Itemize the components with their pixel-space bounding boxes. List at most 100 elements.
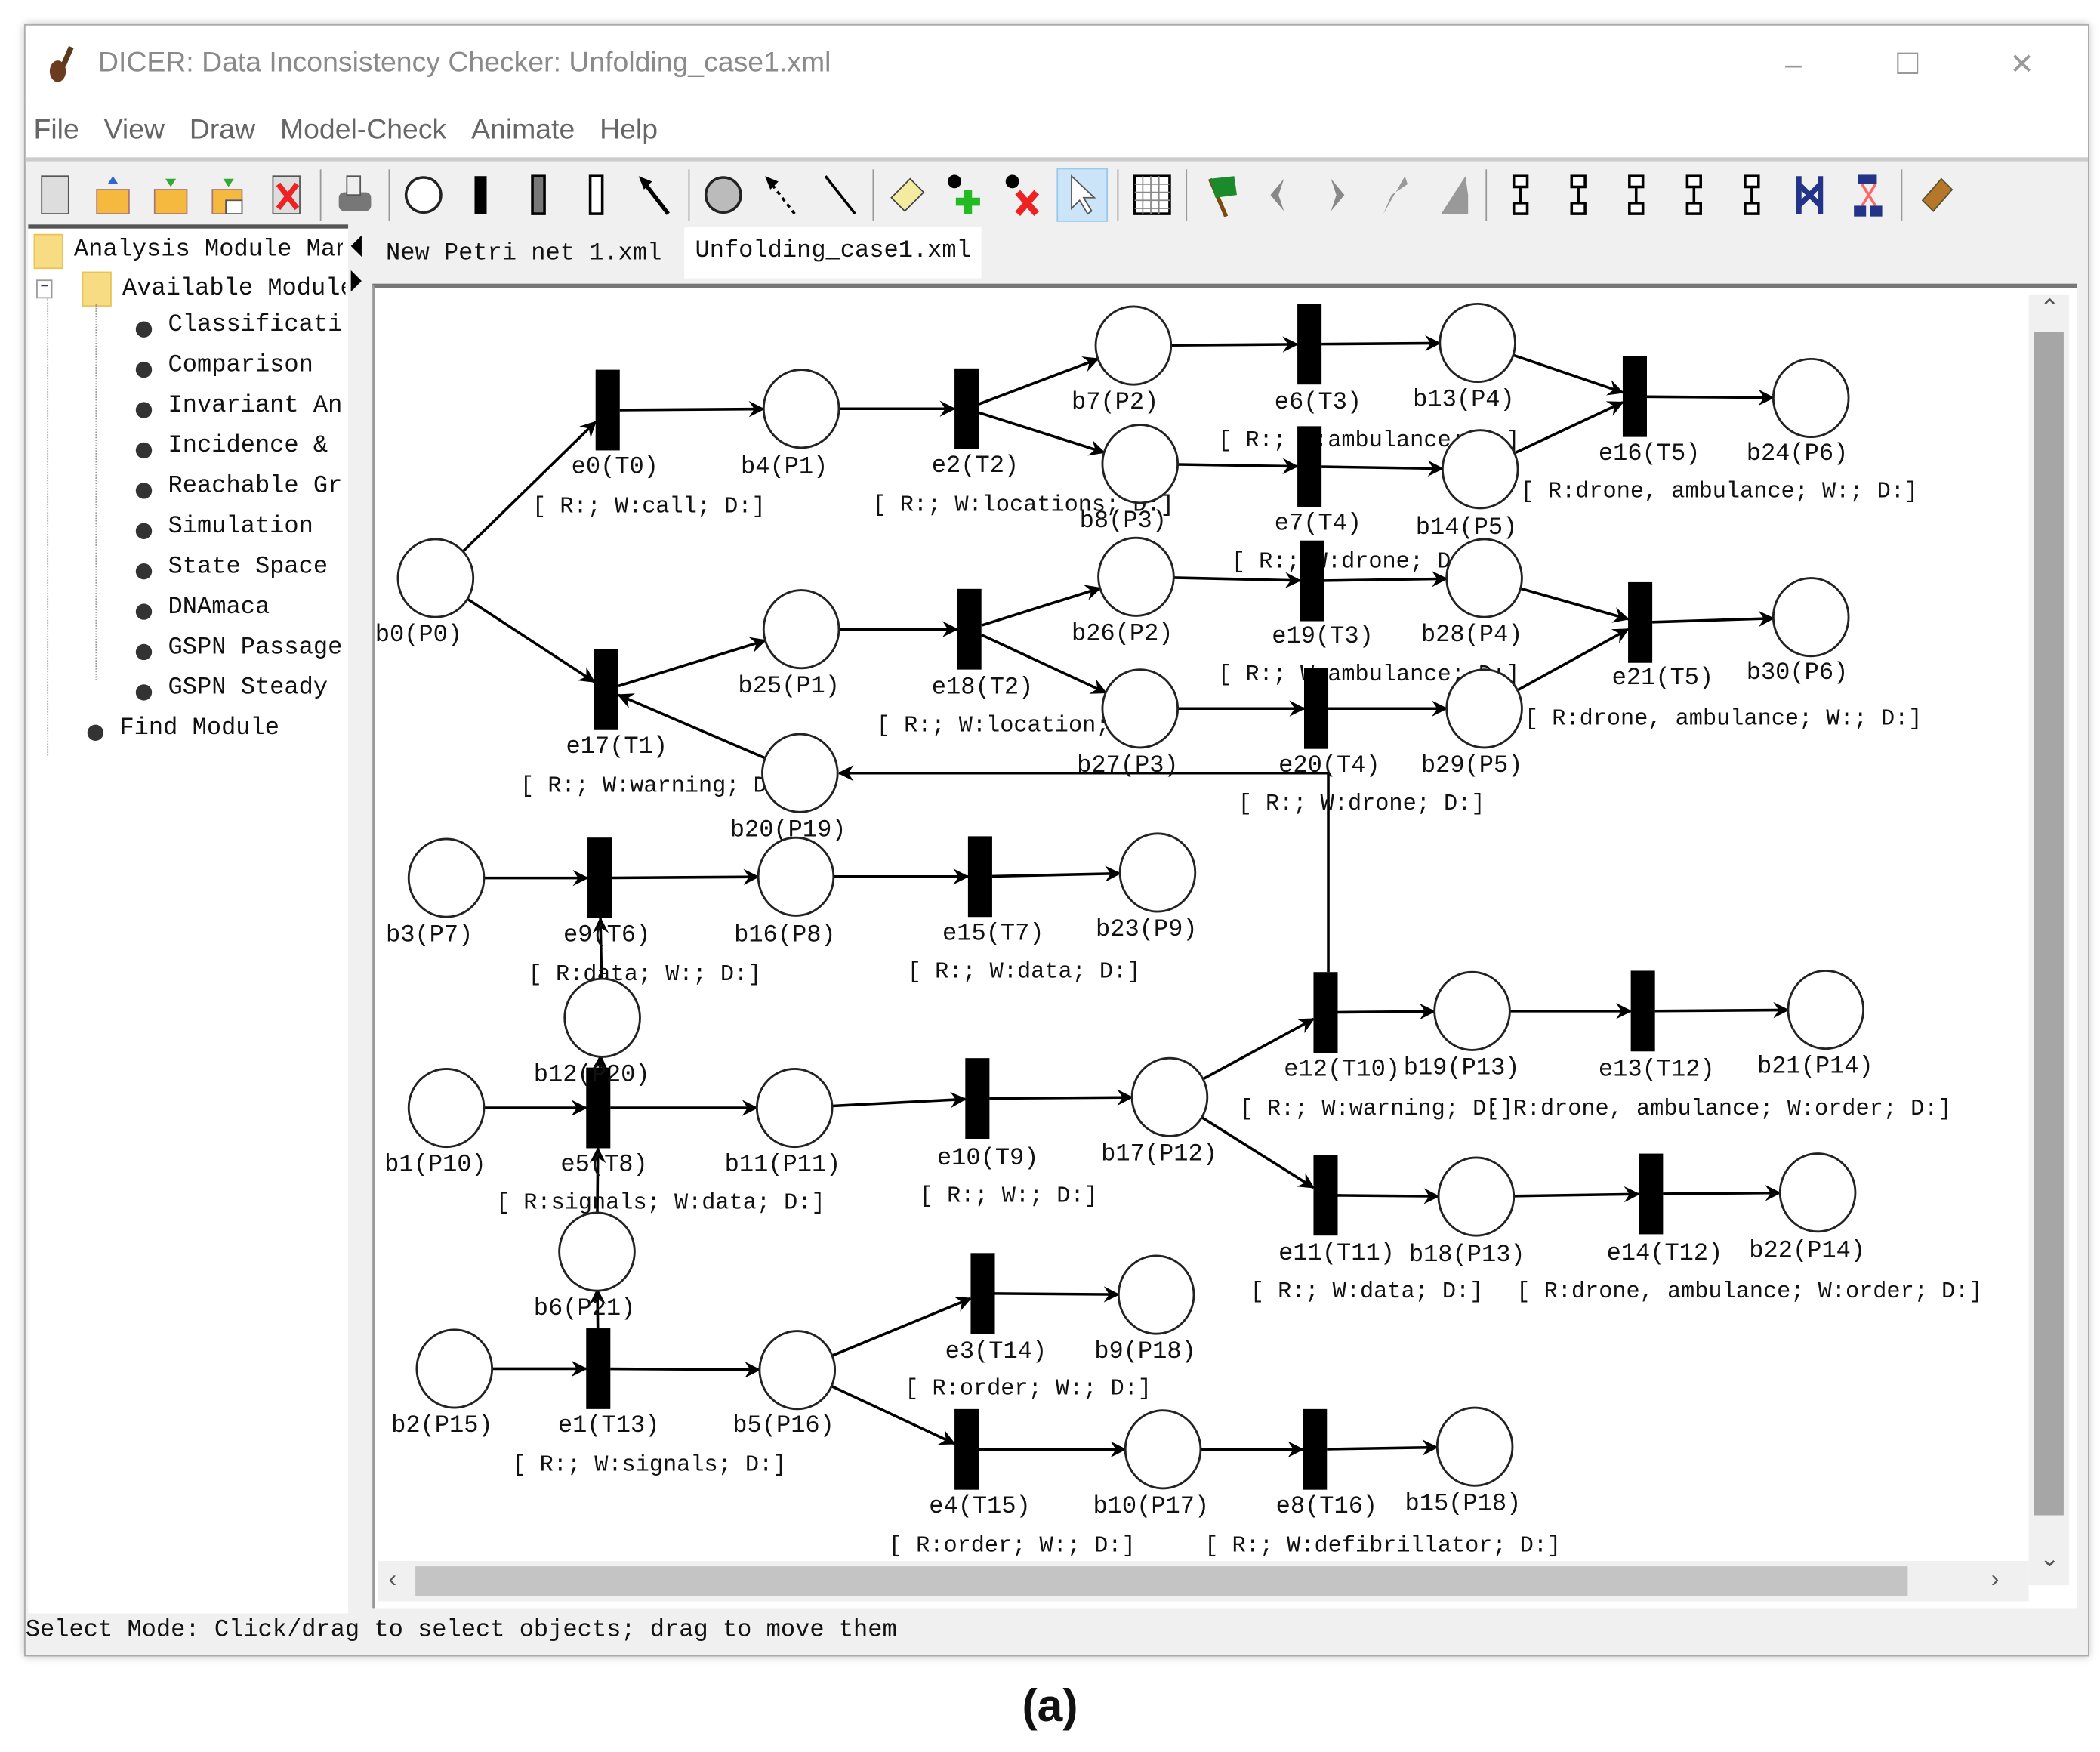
scroll-up-icon[interactable]: ⌃ [2040,295,2060,322]
place-b26[interactable] [1097,536,1175,617]
arc-b0-e17[interactable] [466,597,596,683]
place-b17[interactable] [1130,1056,1209,1137]
unfold-icon-3[interactable] [1612,169,1661,221]
arc-e12-b19[interactable] [1337,1003,1436,1020]
place-b6[interactable] [558,1211,636,1292]
arc-b17-e11[interactable] [1201,1115,1315,1189]
unfold-icon-1[interactable] [1497,169,1545,221]
arc-b0-e0[interactable] [461,421,597,554]
place-b19[interactable] [1433,970,1511,1051]
menu-view[interactable]: View [104,103,165,157]
transition-e14[interactable] [1639,1153,1664,1235]
transition-e4[interactable] [954,1408,979,1490]
place-b9[interactable] [1117,1254,1195,1335]
petri-net-diagram[interactable]: [ R:; W:call; D:][ R:; W:locations; D:][… [375,288,2077,1608]
menu-animate[interactable]: Animate [471,103,575,157]
arc-b11-e10[interactable] [831,1091,967,1109]
unfold-icon-4[interactable] [1670,169,1718,221]
transition-e2[interactable] [954,368,979,449]
tree-item-module[interactable]: Find Module [119,715,343,742]
transition-e10[interactable] [965,1058,990,1139]
panel-splitter[interactable] [348,224,365,1610]
transition-e3[interactable] [970,1253,995,1334]
animate-flag-icon[interactable] [1197,169,1245,221]
place-b5[interactable] [758,1330,837,1411]
maximize-button[interactable]: ☐ [1888,45,1928,85]
arc-b13-e16[interactable] [1513,353,1624,396]
random-fire-icon[interactable] [1370,169,1418,221]
transition-e16[interactable] [1622,356,1647,437]
transition-e19[interactable] [1300,540,1324,622]
tree-item-module[interactable]: Simulation [168,514,343,541]
menu-help[interactable]: Help [600,103,658,157]
tree-root[interactable]: Analysis Module Manager [74,236,343,264]
transition-e7[interactable] [1297,426,1322,507]
transition-e20[interactable] [1303,668,1329,749]
tree-item-module[interactable]: Invariant Analysis [168,393,343,420]
place-b10[interactable] [1124,1409,1202,1490]
scroll-left-icon[interactable]: ‹ [389,1565,397,1593]
step-back-icon[interactable] [1254,169,1303,221]
horizontal-scroll-thumb[interactable] [415,1566,1908,1596]
transition-e12[interactable] [1313,972,1338,1053]
vertical-scrollbar[interactable]: ⌃ ⌄ [2028,294,2070,1586]
arc-e21-b30[interactable] [1652,610,1775,628]
menu-draw[interactable]: Draw [190,103,255,157]
tree-item-module[interactable]: DNAmaca [168,594,343,622]
save-as-icon[interactable] [205,169,253,221]
new-file-icon[interactable] [31,169,79,221]
place-b3[interactable] [407,837,486,918]
arc-e0-b4[interactable] [619,401,766,418]
line-icon[interactable] [815,169,863,221]
arc-e1-b5[interactable] [610,1362,761,1378]
transition-e1[interactable] [586,1328,611,1409]
tree-item-module[interactable]: GSPN Steady [168,675,343,702]
immediate-transition-icon[interactable] [457,169,505,221]
place-b13[interactable] [1439,302,1516,384]
horizontal-scrollbar[interactable]: ‹ › [378,1561,2029,1602]
save-file-icon[interactable] [146,169,195,221]
transition-e6[interactable] [1297,304,1322,385]
close-button[interactable]: ✕ [2002,45,2042,85]
inhibitor-arc-icon[interactable] [757,169,805,221]
transition-e8[interactable] [1303,1408,1328,1490]
splitter-arrows-icon[interactable] [348,230,364,310]
arc-b26-e19[interactable] [1173,572,1302,588]
arc-e19-b28[interactable] [1324,570,1448,588]
transition-e17[interactable] [594,649,618,730]
collapse-toggle-icon[interactable]: − [36,279,53,299]
close-file-icon[interactable] [262,169,310,221]
arc-e16-b24[interactable] [1646,389,1775,406]
place-b12[interactable] [563,977,641,1058]
place-b15[interactable] [1435,1406,1514,1487]
print-icon[interactable] [331,169,379,221]
transition-e9[interactable] [587,837,612,919]
arc-e11-b18[interactable] [1337,1188,1440,1204]
arc-icon[interactable] [631,169,679,221]
arc-e10-b17[interactable] [989,1089,1133,1106]
place-b0[interactable] [396,538,475,618]
place-b30[interactable] [1772,577,1850,658]
place-b8[interactable] [1101,424,1180,504]
place-b23[interactable] [1118,832,1197,913]
multi-random-fire-icon[interactable] [1428,169,1476,221]
transition-e13[interactable] [1630,970,1655,1052]
unfold-icon-5[interactable] [1728,169,1776,221]
open-file-icon[interactable] [89,169,137,221]
timed-transition-icon[interactable] [515,169,563,221]
place-b16[interactable] [757,836,835,917]
tab-new-petri-net[interactable]: New Petri net 1.xml [375,230,673,279]
annotation-icon[interactable] [883,169,932,221]
arc-e6-b13[interactable] [1321,335,1442,352]
transition-e15[interactable] [967,836,992,918]
tree-folder-available[interactable]: Available Modules [122,276,346,303]
unfold-icon-6[interactable] [1785,169,1833,221]
place-b25[interactable] [762,589,840,670]
unfold-icon-2[interactable] [1554,169,1602,221]
arc-e2-b8[interactable] [978,411,1106,456]
arc-e9-b16[interactable] [612,868,760,885]
add-token-icon[interactable] [941,169,989,221]
scroll-right-icon[interactable]: › [1991,1565,2000,1593]
help-book-icon[interactable] [1912,169,1960,221]
token-icon[interactable] [699,169,748,221]
